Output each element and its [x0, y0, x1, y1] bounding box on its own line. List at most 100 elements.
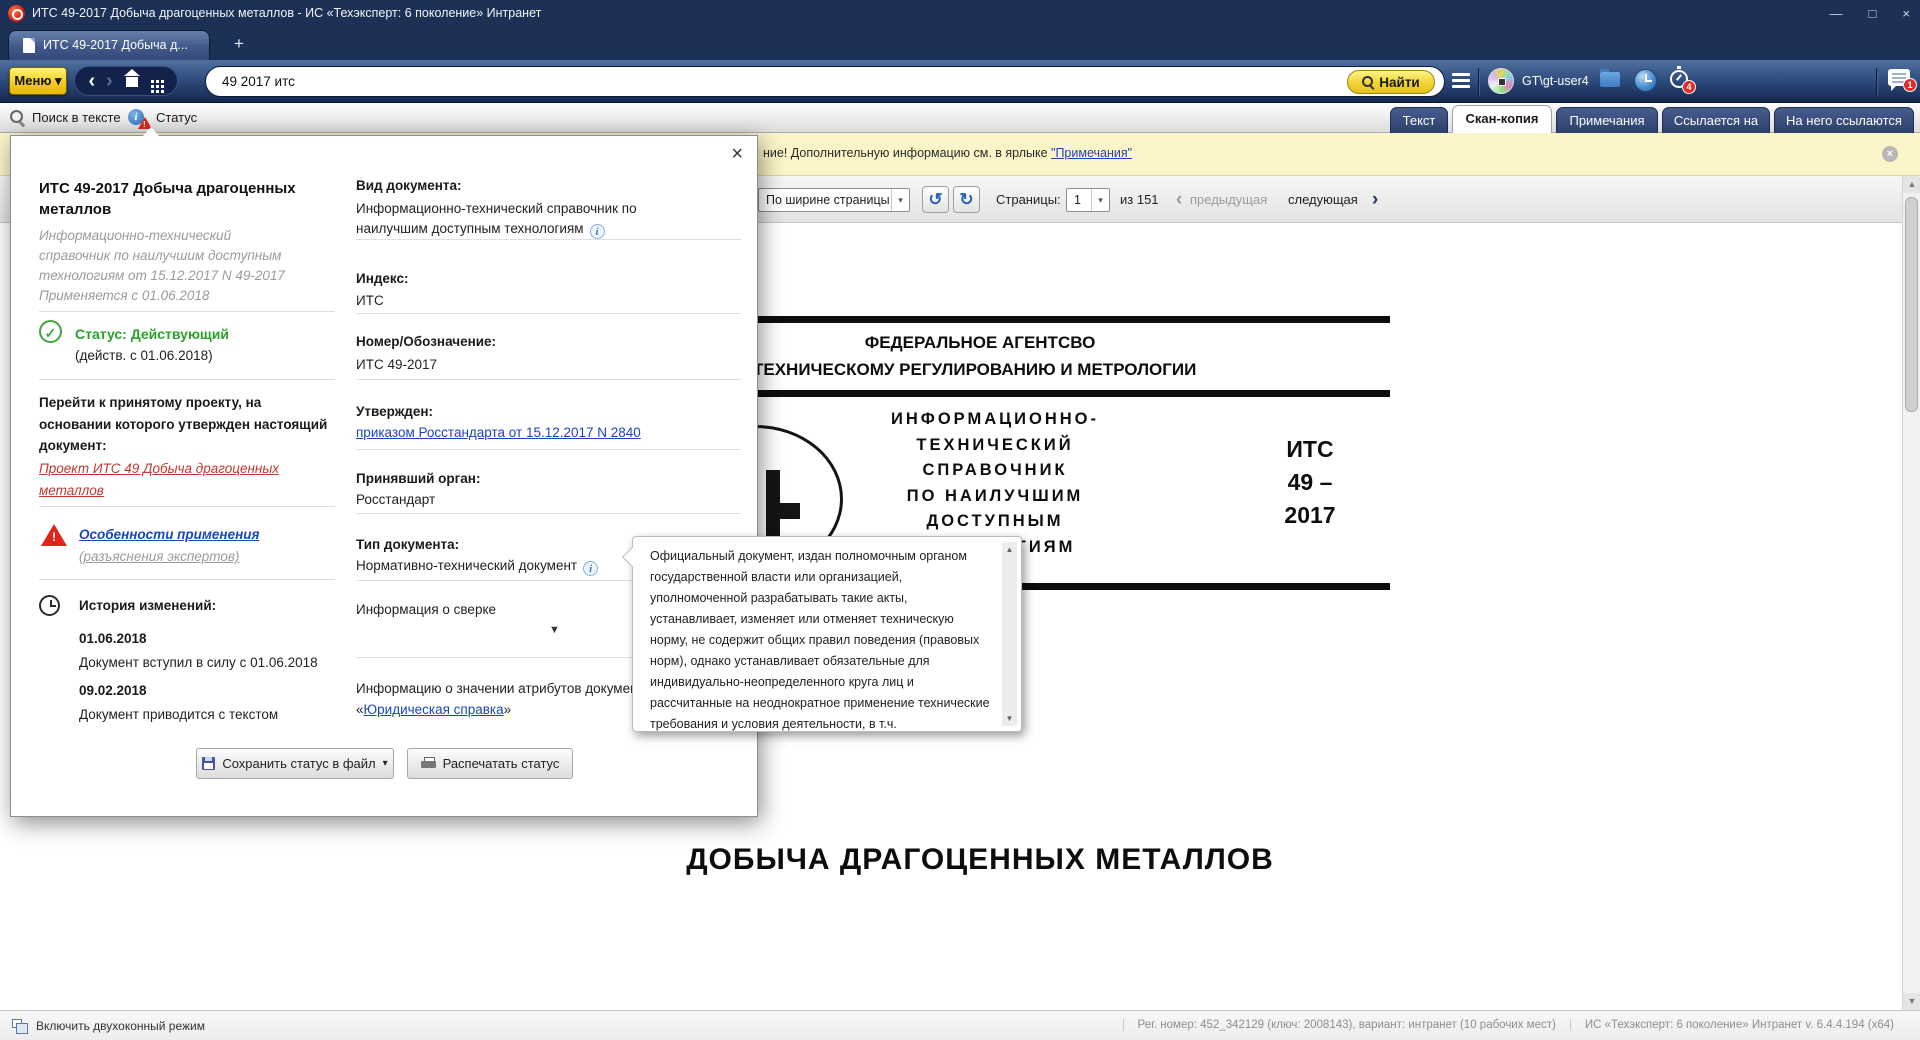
field-index-label: Индекс: [356, 271, 409, 286]
window-title: ИТС 49-2017 Добыча драгоценных металлов … [32, 6, 541, 20]
tab-notes[interactable]: Примечания [1556, 107, 1658, 134]
search-in-text-icon [10, 110, 25, 125]
tooltip-text: Официальный документ, издан полномочным … [650, 546, 990, 735]
search-in-text-button[interactable]: Поиск в тексте [32, 110, 121, 125]
hamburger-menu-icon[interactable] [1452, 73, 1470, 89]
search-icon [1362, 76, 1375, 89]
chevron-down-icon: ▾ [891, 189, 909, 211]
prev-chevron-icon[interactable]: ‹ [1176, 189, 1182, 211]
divider [356, 449, 741, 450]
prev-page-button[interactable]: предыдущая [1190, 192, 1267, 207]
field-number-label: Номер/Обозначение: [356, 334, 496, 349]
folder-icon[interactable] [1600, 72, 1620, 87]
field-approved-label: Утвержден: [356, 404, 433, 419]
divider [1478, 68, 1479, 95]
divider [356, 313, 741, 314]
search-input[interactable] [222, 68, 1322, 95]
scroll-up-icon[interactable]: ▲ [1903, 176, 1920, 193]
scrollbar-thumb[interactable] [1905, 197, 1918, 412]
project-link[interactable]: Проект ИТС 49 Добыча драгоценных металло… [39, 458, 335, 501]
field-index-value: ИТС [356, 293, 384, 308]
stopwatch-badge: 4 [1682, 80, 1696, 94]
scale-select[interactable]: По ширине страницы ▾ [758, 188, 910, 212]
nav-group: ‹ › [74, 66, 178, 96]
history-clock-icon [39, 595, 60, 616]
status-button[interactable]: Статус [156, 110, 197, 125]
tab-scan-copy[interactable]: Скан-копия [1452, 105, 1552, 134]
home-icon[interactable] [124, 75, 140, 88]
two-window-toggle[interactable]: Включить двухоконный режим [36, 1019, 205, 1033]
new-tab-button[interactable]: + [226, 32, 252, 56]
divider [39, 579, 335, 580]
divider [356, 379, 741, 380]
find-button[interactable]: Найти [1347, 70, 1435, 94]
attrs-note-line2: «Юридическая справка» [356, 702, 511, 717]
page-select[interactable]: 1 ▾ [1066, 188, 1110, 212]
close-button[interactable]: × [1902, 6, 1910, 21]
field-organ-label: Принявший орган: [356, 471, 480, 486]
features-note-link[interactable]: (разъяснения экспертов) [79, 549, 239, 564]
doctype-tooltip: Официальный документ, издан полномочным … [632, 536, 1022, 732]
document-tab-label: ИТС 49-2017 Добыча д... [43, 38, 188, 52]
minimize-button[interactable]: — [1830, 6, 1843, 21]
field-organ-value: Росстандарт [356, 492, 435, 507]
status-date-note: (действ. с 01.06.2018) [75, 348, 213, 363]
field-doctype-value: Нормативно-технический документi [356, 558, 598, 576]
scan-rule [748, 390, 1390, 397]
clock-icon[interactable] [1634, 69, 1657, 92]
back-button[interactable]: ‹ [88, 68, 95, 94]
notice-text: ние! Дополнительную информацию см. в ярл… [763, 146, 1132, 160]
divider [39, 311, 335, 312]
scan-doc-title: ДОБЫЧА ДРАГОЦЕННЫХ МЕТАЛЛОВ [600, 843, 1360, 877]
rotate-right-button[interactable]: ↻ [953, 186, 980, 213]
menu-button[interactable]: Меню ▾ [9, 67, 67, 95]
app-window: ИТС 49-2017 Добыча драгоценных металлов … [0, 0, 1920, 1040]
scroll-down-icon[interactable]: ▼ [1903, 993, 1920, 1010]
tab-references-to[interactable]: Ссылается на [1662, 107, 1770, 134]
scan-agency-line2: ТЕХНИЧЕСКОМУ РЕГУЛИРОВАНИЮ И МЕТРОЛОГИИ [753, 360, 1196, 380]
print-status-button[interactable]: Распечатать статус [407, 748, 573, 779]
document-icon [23, 38, 35, 53]
save-status-button[interactable]: Сохранить статус в файл ▾ [196, 748, 394, 779]
two-window-icon[interactable] [12, 1019, 22, 1028]
info-icon[interactable]: i [590, 224, 605, 239]
apps-grid-icon[interactable] [151, 80, 154, 83]
rosstandart-logo-mark [780, 503, 800, 519]
dialog-close-icon[interactable]: × [731, 144, 743, 164]
dialog-notch [143, 127, 159, 136]
registration-info: Рег. номер: 452_342129 (ключ: 2008143), … [1123, 1019, 1570, 1031]
history-title: История изменений: [79, 598, 216, 613]
legal-reference-link[interactable]: Юридическая справка [364, 702, 504, 717]
maximize-button[interactable]: □ [1869, 6, 1877, 21]
rotate-left-button[interactable]: ↺ [922, 186, 949, 213]
dialog-doc-title: ИТС 49-2017 Добыча драгоценных металлов [39, 178, 331, 220]
scroll-down-icon[interactable]: ▼ [1002, 711, 1017, 726]
expand-arrow-icon[interactable]: ▼ [549, 624, 560, 636]
next-page-button[interactable]: следующая [1288, 192, 1358, 207]
info-icon[interactable]: i [583, 561, 598, 576]
document-tab[interactable]: ИТС 49-2017 Добыча д... [8, 30, 210, 60]
tooltip-scrollbar[interactable]: ▲ ▼ [1002, 542, 1017, 726]
search-field: Найти [205, 66, 1445, 97]
verify-section-label: Информация о сверке [356, 602, 496, 617]
scroll-up-icon[interactable]: ▲ [1002, 542, 1017, 557]
approved-order-link[interactable]: приказом Росстандарта от 15.12.2017 N 28… [356, 425, 641, 440]
printer-icon [421, 757, 436, 770]
notes-link[interactable]: "Примечания" [1051, 146, 1132, 160]
features-link[interactable]: Особенности применения [79, 527, 259, 542]
tab-referenced-by[interactable]: На него ссылаются [1774, 107, 1914, 134]
history-date: 01.06.2018 [79, 631, 147, 646]
field-type-value: Информационно-технический справочник по … [356, 199, 666, 239]
forward-button[interactable]: › [106, 68, 113, 94]
next-chevron-icon[interactable]: › [1372, 189, 1378, 211]
field-number-value: ИТС 49-2017 [356, 357, 437, 372]
field-doctype-label: Тип документа: [356, 537, 459, 552]
history-date: 09.02.2018 [79, 683, 147, 698]
scrollbar[interactable]: ▲ ▼ [1902, 176, 1920, 1010]
notice-close-icon[interactable]: × [1882, 146, 1898, 162]
avatar[interactable] [1488, 68, 1514, 94]
field-type-label: Вид документа: [356, 178, 462, 193]
project-caption: Перейти к принятому проекту, на основани… [39, 392, 335, 457]
tab-text[interactable]: Текст [1390, 107, 1448, 134]
username: GT\gt-user4 [1522, 74, 1589, 88]
